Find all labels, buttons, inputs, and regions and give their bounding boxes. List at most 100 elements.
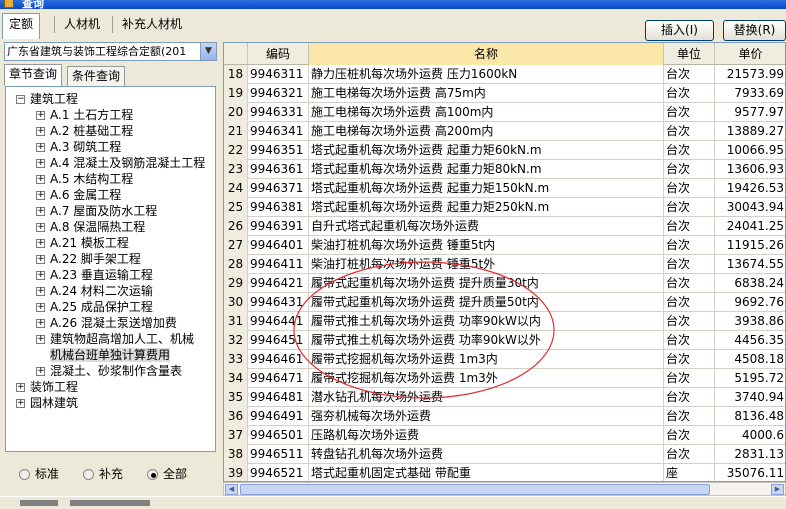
expand-icon[interactable]: + — [16, 383, 25, 392]
table-row[interactable]: 18 9946311 静力压桩机每次场外运费 压力1600kN 台次 21573.99 — [224, 65, 785, 84]
chevron-down-icon[interactable]: ▼ — [200, 43, 216, 60]
table-row[interactable]: 25 9946381 塔式起重机每次场外运费 起重力矩250kN.m 台次 30043.… — [224, 198, 785, 217]
expand-icon[interactable]: + — [36, 319, 45, 328]
table-row[interactable]: 19 9946321 施工电梯每次场外运费 高75m内 台次 7933.69 — [224, 84, 785, 103]
cell-rownum: 32 — [224, 331, 248, 350]
table-row[interactable]: 29 9946421 履带式起重机每次场外运费 提升质量30t内 台次 6838.24 — [224, 274, 785, 293]
expand-icon[interactable]: + — [36, 303, 45, 312]
tree-node-machine-shift[interactable]: 机械台班单独计算费用 — [50, 347, 171, 363]
column-header-unit[interactable]: 单位 — [664, 43, 715, 65]
table-row[interactable]: 39 9946521 塔式起重机固定式基础 带配重座 35076.11 — [224, 464, 785, 481]
tab-supplement-lmm[interactable]: 补充人材机 — [116, 14, 188, 36]
tree-node-a21[interactable]: + A.21 模板工程 — [36, 235, 129, 251]
tree-node-a25[interactable]: + A.25 成品保护工程 — [36, 299, 153, 315]
tree-node-decoration[interactable]: + 装饰工程 — [16, 379, 78, 395]
tree-node-a22[interactable]: + A.22 脚手架工程 — [36, 251, 141, 267]
table-row[interactable]: 26 9946391 自升式塔式起重机每次场外运费 台次 24041.25 — [224, 217, 785, 236]
radio-circle[interactable] — [83, 469, 94, 480]
radio-standard[interactable]: 标准 — [19, 465, 59, 482]
table-row[interactable]: 23 9946361 塔式起重机每次场外运费 起重力矩80kN.m 台次 13606.9… — [224, 160, 785, 179]
window-title: 查询 — [22, 0, 44, 9]
expand-icon[interactable]: + — [36, 159, 45, 168]
tab-quota[interactable]: 定额 — [2, 13, 41, 39]
table-row[interactable]: 34 9946471 履带式挖掘机每次场外运费 1m3外 台次 5195.72 — [224, 369, 785, 388]
table-row[interactable]: 31 9946441 履带式推土机每次场外运费 功率90kW以内 台次 3938.86 — [224, 312, 785, 331]
expand-icon[interactable]: + — [36, 175, 45, 184]
tree-node-a2[interactable]: + A.2 桩基础工程 — [36, 123, 133, 139]
expand-icon[interactable]: + — [36, 335, 45, 344]
tree-node-concrete-mix[interactable]: + 混凝土、砂浆制作含量表 — [36, 363, 182, 379]
cell-unit: 台次 — [664, 255, 715, 274]
table-row[interactable]: 35 9946481 潜水钻孔机每次场外运费 台次 3740.94 — [224, 388, 785, 407]
tree-node-a4[interactable]: + A.4 混凝土及钢筋混凝土工程 — [36, 155, 205, 171]
tab-labor-material-machine[interactable]: 人材机 — [58, 14, 106, 36]
expand-icon[interactable]: + — [36, 223, 45, 232]
tree-node-label: A.21 模板工程 — [50, 236, 129, 250]
radio-all[interactable]: 全部 — [147, 465, 187, 482]
cell-name: 履带式挖掘机每次场外运费 1m3内 — [309, 350, 664, 369]
tree-node-a5[interactable]: + A.5 木结构工程 — [36, 171, 133, 187]
tree-node-a8[interactable]: + A.8 保温隔热工程 — [36, 219, 145, 235]
expand-icon[interactable]: + — [36, 111, 45, 120]
radio-circle[interactable] — [19, 469, 30, 480]
column-header-price[interactable]: 单价 — [715, 43, 785, 65]
scroll-left-icon[interactable]: ◀ — [225, 484, 238, 495]
table-row[interactable]: 30 9946431 履带式起重机每次场外运费 提升质量50t内 台次 9692.76 — [224, 293, 785, 312]
tree-node-a23[interactable]: + A.23 垂直运输工程 — [36, 267, 153, 283]
expand-icon[interactable]: + — [36, 207, 45, 216]
column-header-code[interactable]: 编码 — [248, 43, 309, 65]
radio-circle-selected[interactable] — [147, 469, 158, 480]
expand-icon[interactable]: + — [16, 399, 25, 408]
table-row[interactable]: 20 9946331 施工电梯每次场外运费 高100m内 台次 9577.97 — [224, 103, 785, 122]
expand-icon[interactable]: + — [36, 143, 45, 152]
table-row[interactable]: 27 9946401 柴油打桩机每次场外运费 锤重5t内 台次 11915.26 — [224, 236, 785, 255]
table-row[interactable]: 36 9946491 强夯机械每次场外运费 台次 8136.48 — [224, 407, 785, 426]
replace-button[interactable]: 替换(R) — [723, 20, 786, 41]
tree-node-building[interactable]: − 建筑工程 — [16, 91, 78, 107]
table-row[interactable]: 24 9946371 塔式起重机每次场外运费 起重力矩150kN.m 台次 19426.… — [224, 179, 785, 198]
tab-divider — [112, 16, 113, 33]
insert-button[interactable]: 插入(I) — [645, 20, 714, 41]
table-row[interactable]: 33 9946461 履带式挖掘机每次场外运费 1m3内 台次 4508.18 — [224, 350, 785, 369]
tree-node-high-rise[interactable]: + 建筑物超高增加人工、机械 — [36, 331, 194, 347]
horizontal-scrollbar[interactable]: ◀ ▶ — [223, 482, 786, 496]
table-row[interactable]: 37 9946501 压路机每次场外运费 台次 4000.6 — [224, 426, 785, 445]
tree-node-a7[interactable]: + A.7 屋面及防水工程 — [36, 203, 157, 219]
collapse-icon[interactable]: − — [16, 95, 25, 104]
tree-node-garden[interactable]: + 园林建筑 — [16, 395, 78, 411]
filter-radio-group: 标准 补充 全部 — [5, 458, 216, 488]
scroll-right-icon[interactable]: ▶ — [771, 484, 784, 495]
table-row[interactable]: 38 9946511 转盘钻孔机每次场外运费 台次 2831.13 — [224, 445, 785, 464]
tree-node-a6[interactable]: + A.6 金属工程 — [36, 187, 121, 203]
radio-label: 标准 — [35, 467, 60, 481]
scrollbar-thumb[interactable] — [240, 484, 710, 495]
expand-icon[interactable]: + — [36, 127, 45, 136]
cell-code: 9946511 — [248, 445, 309, 464]
tree-node-a24[interactable]: + A.24 材料二次运输 — [36, 283, 153, 299]
column-header-name[interactable]: 名称 — [309, 43, 664, 65]
window-titlebar: 查询 — [0, 0, 786, 9]
tree-node-a1[interactable]: + A.1 土石方工程 — [36, 107, 133, 123]
tab-chapter-search[interactable]: 章节查询 — [4, 64, 63, 86]
tab-condition-search[interactable]: 条件查询 — [67, 66, 126, 86]
expand-icon[interactable]: + — [36, 367, 45, 376]
table-row[interactable]: 28 9946411 柴油打桩机每次场外运费 锤重5t外 台次 13674.55 — [224, 255, 785, 274]
expand-icon[interactable]: + — [36, 239, 45, 248]
quota-library-select[interactable]: 广东省建筑与装饰工程综合定额(201 ▼ — [4, 42, 217, 61]
cell-name: 柴油打桩机每次场外运费 锤重5t内 — [309, 236, 664, 255]
expand-icon[interactable]: + — [36, 287, 45, 296]
tree-node-a26[interactable]: + A.26 混凝土泵送增加费 — [36, 315, 177, 331]
radio-supplement[interactable]: 补充 — [83, 465, 123, 482]
cell-price: 13889.27 — [715, 122, 785, 141]
table-row[interactable]: 22 9946351 塔式起重机每次场外运费 起重力矩60kN.m 台次 10066.9… — [224, 141, 785, 160]
expand-icon[interactable]: + — [36, 191, 45, 200]
tree-node-a3[interactable]: + A.3 砌筑工程 — [36, 139, 121, 155]
cell-rownum: 35 — [224, 388, 248, 407]
cell-name: 施工电梯每次场外运费 高75m内 — [309, 84, 664, 103]
expand-icon[interactable]: + — [36, 271, 45, 280]
table-row[interactable]: 32 9946451 履带式推土机每次场外运费 功率90kW以外 台次 4456.35 — [224, 331, 785, 350]
expand-icon[interactable]: + — [36, 255, 45, 264]
cell-name: 强夯机械每次场外运费 — [309, 407, 664, 426]
table-row[interactable]: 21 9946341 施工电梯每次场外运费 高200m内 台次 13889.27 — [224, 122, 785, 141]
cell-price: 13674.55 — [715, 255, 785, 274]
